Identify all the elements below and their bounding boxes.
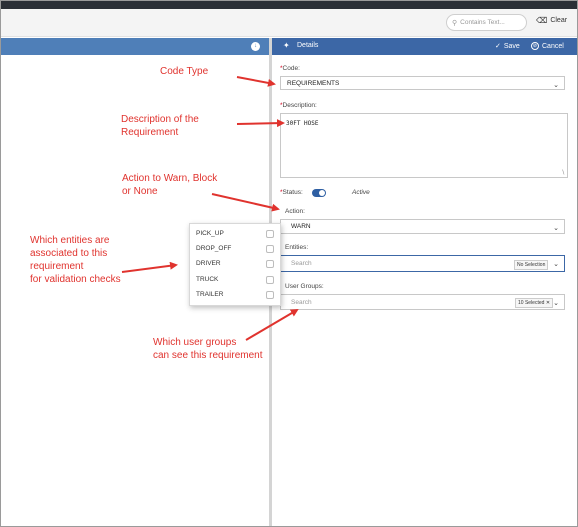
arrow-user-groups (245, 308, 299, 341)
arrow-action (211, 193, 280, 212)
arrow-code-type (236, 76, 276, 87)
arrow-description (236, 119, 285, 128)
annotation-arrows (121, 76, 299, 341)
arrow-entities (121, 261, 178, 273)
